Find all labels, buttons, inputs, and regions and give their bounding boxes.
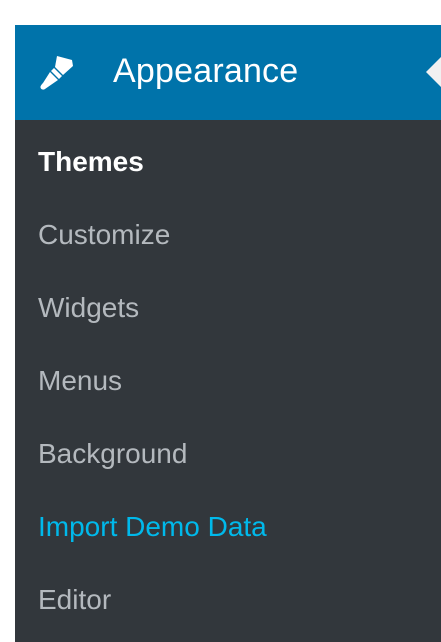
appearance-menu-header[interactable]: Appearance [15,25,441,120]
submenu-item-themes[interactable]: Themes [38,145,144,179]
submenu-item-import-demo-data[interactable]: Import Demo Data [38,510,267,544]
submenu-item-background[interactable]: Background [38,437,187,471]
menu-title: Appearance [113,52,299,90]
appearance-menu: Appearance Themes Customize Widgets Menu… [15,25,441,642]
paintbrush-icon [37,53,77,93]
current-menu-indicator [426,57,441,87]
submenu-item-customize[interactable]: Customize [38,218,170,252]
submenu-item-menus[interactable]: Menus [38,364,122,398]
submenu-item-widgets[interactable]: Widgets [38,291,139,325]
submenu-item-editor[interactable]: Editor [38,583,111,617]
